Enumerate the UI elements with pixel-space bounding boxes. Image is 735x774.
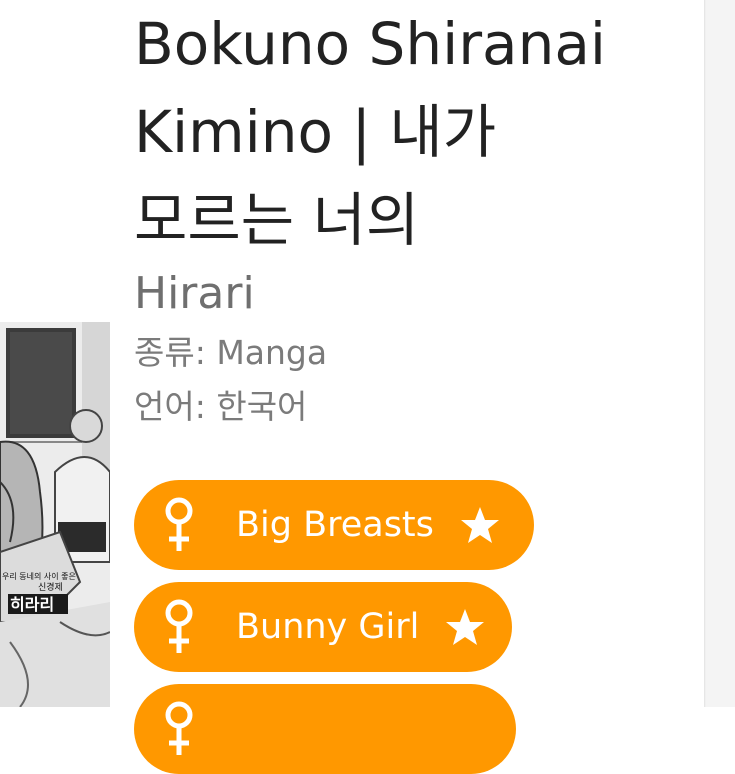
star-icon[interactable] bbox=[445, 607, 485, 647]
language-label: 언어: 한국어 bbox=[134, 387, 308, 426]
cover-caption-small: 우리 동네의 사이 좋은 bbox=[2, 571, 76, 581]
cover-thumbnail[interactable]: 우리 동네의 사이 좋은 신경제 히라리 bbox=[0, 322, 110, 707]
female-icon bbox=[165, 599, 193, 653]
tag-chip-bunny-girl[interactable]: Bunny Girl bbox=[134, 582, 512, 672]
cover-illustration: 우리 동네의 사이 좋은 신경제 히라리 bbox=[0, 322, 110, 707]
artist-name[interactable]: Hirari bbox=[134, 266, 255, 322]
star-icon[interactable] bbox=[460, 505, 500, 545]
cover-caption-name: 히라리 bbox=[10, 595, 54, 614]
side-panel-edge bbox=[704, 0, 735, 707]
female-icon bbox=[165, 497, 193, 551]
female-icon bbox=[165, 701, 193, 755]
gallery-title: Bokuno Shiranai Kimino | 내가 모르는 너의 bbox=[134, 10, 607, 254]
cover-caption-mid: 신경제 bbox=[38, 581, 63, 593]
tag-chip-partial[interactable] bbox=[134, 684, 516, 774]
tag-label: Bunny Girl bbox=[236, 607, 420, 647]
tag-chip-big-breasts[interactable]: Big Breasts bbox=[134, 480, 534, 570]
tag-label: Big Breasts bbox=[236, 505, 434, 545]
category-label: 종류: Manga bbox=[134, 333, 328, 372]
